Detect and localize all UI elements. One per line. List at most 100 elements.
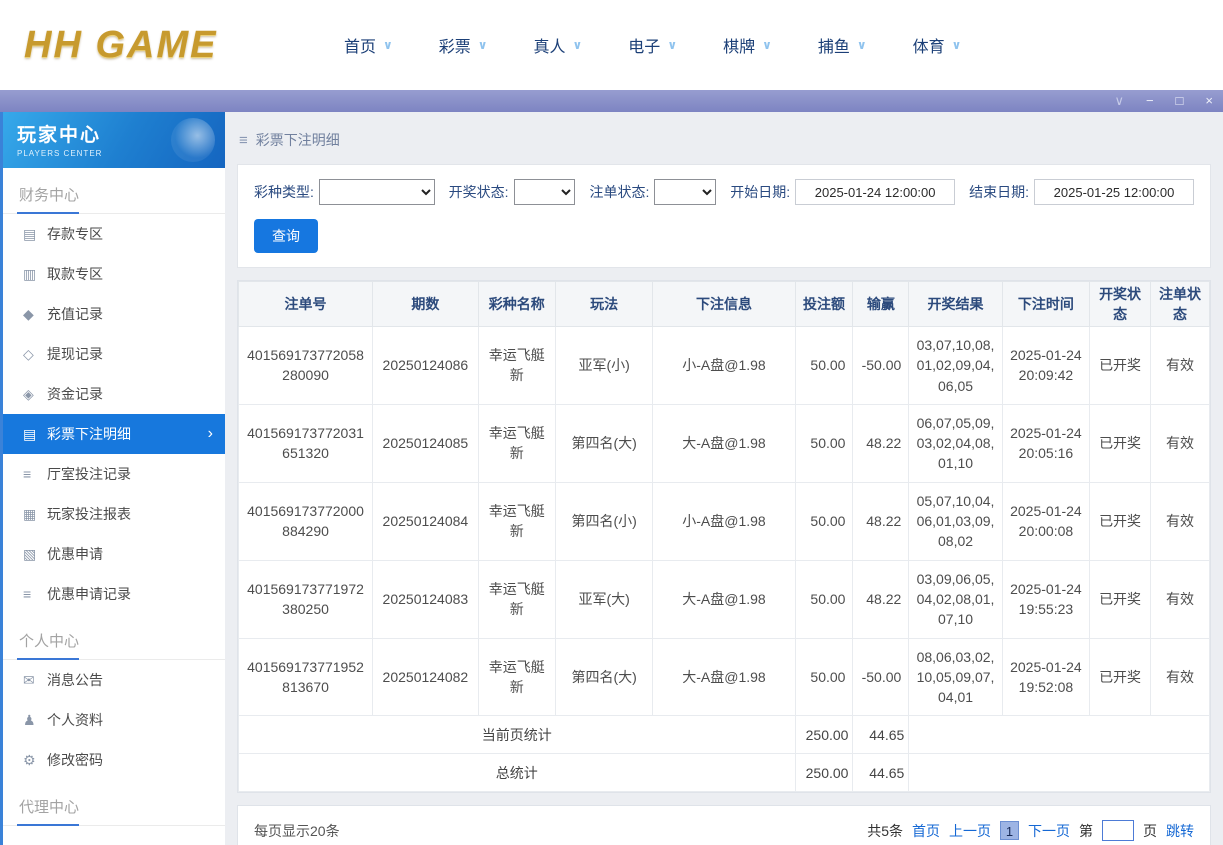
search-button[interactable]: 查询	[254, 219, 318, 253]
cell-period: 20250124083	[372, 559, 479, 639]
end-date-input[interactable]	[1034, 179, 1195, 205]
filter-row: 彩种类型: 开奖状态: 注单状态: 开始日期: 结束日期:	[254, 179, 1195, 205]
sidebar-item-lottery-bet-details[interactable]: ▤ 彩票下注明细 ›	[3, 414, 225, 454]
chevron-down-icon: ∨	[856, 38, 867, 52]
sidebar-item-recharge-record[interactable]: ◆ 充值记录	[3, 294, 225, 334]
cell-play: 亚军(小)	[554, 326, 654, 405]
cell-period: 20250124082	[372, 637, 479, 717]
nav-item-label: 电子	[628, 39, 661, 56]
nav-item-label: 彩票	[438, 39, 471, 56]
close-button[interactable]: ×	[1205, 90, 1213, 112]
cell-result: 08,06,03,02,10,05,09,07,04,01	[908, 637, 1003, 717]
first-page-link[interactable]: 首页	[912, 821, 940, 841]
cell-time: 2025-01-24 19:55:23	[1001, 559, 1091, 639]
wallet-icon: ◇	[23, 345, 34, 362]
cell-lottery: 幸运飞艇新	[477, 637, 556, 717]
sidebar-item-withdraw-zone[interactable]: ▥ 取款专区	[3, 254, 225, 294]
column-header: 期数	[372, 281, 479, 327]
total-count: 共5条	[867, 822, 903, 839]
sidebar-item-messages[interactable]: ✉ 消息公告	[3, 660, 225, 700]
cell-amount: 50.00	[794, 637, 854, 717]
summary-label: 总统计	[238, 753, 796, 793]
cell-lottery: 幸运飞艇新	[477, 559, 556, 639]
column-header: 彩种名称	[477, 281, 556, 327]
sidebar-item-label: 消息公告	[47, 672, 103, 688]
current-page[interactable]: 1	[1000, 821, 1019, 841]
sidebar-item-change-password[interactable]: ⚙ 修改密码	[3, 740, 225, 780]
cell-draw_status: 已开奖	[1089, 481, 1152, 561]
table-row: 401569173771952813670 20250124082 幸运飞艇新 第四名…	[237, 637, 1210, 717]
sidebar-section-title: 个人中心	[3, 614, 225, 660]
sidebar-header: 玩家中心 PLAYERS CENTER	[3, 112, 225, 168]
nav-item[interactable]: 棋牌 ∨	[723, 33, 772, 57]
mail-icon: ✉	[23, 671, 35, 688]
sidebar-section: 代理中心	[3, 780, 225, 826]
page-title: 彩票下注明细	[255, 132, 340, 148]
maximize-button[interactable]: □	[1176, 90, 1184, 112]
cell-bet_info: 小-A盘@1.98	[652, 326, 796, 405]
chevron-down-icon[interactable]: ∨	[1114, 90, 1124, 112]
top-navigation-bar: HH GAME 首页 ∨ 彩票 ∨ 真人 ∨ 电子 ∨ 棋牌 ∨ 捕鱼 ∨ 体育 ∨	[0, 0, 1223, 90]
chevron-down-icon: ∨	[572, 38, 583, 52]
cell-bet_no: 401569173771972380250	[237, 559, 374, 639]
cell-amount: 50.00	[794, 326, 854, 405]
list-icon: ≡	[23, 466, 32, 482]
minimize-button[interactable]: −	[1146, 90, 1154, 112]
column-header: 玩法	[554, 281, 654, 327]
page-jump-input[interactable]	[1102, 820, 1134, 842]
cell-bet_info: 小-A盘@1.98	[652, 481, 796, 561]
table-row: 401569173771972380250 20250124083 幸运飞艇新 亚军(…	[237, 559, 1210, 639]
jump-button[interactable]: 跳转	[1166, 821, 1194, 841]
cell-winloss: 48.22	[852, 481, 910, 561]
sidebar-item-label: 玩家投注报表	[47, 506, 131, 522]
sidebar-item-withdrawal-record[interactable]: ◇ 提现记录	[3, 334, 225, 374]
sidebar-item-label: 优惠申请记录	[47, 586, 131, 602]
column-header: 注单号	[237, 281, 374, 327]
sidebar-item-label: 厅室投注记录	[47, 466, 131, 482]
chevron-down-icon: ∨	[951, 38, 962, 52]
cell-bet_info: 大-A盘@1.98	[652, 403, 796, 483]
table-row: 401569173772031651320 20250124085 幸运飞艇新 第四名…	[237, 403, 1210, 483]
pagination-bar: 每页显示20条 共5条 首页 上一页 1 下一页 第 页 跳转	[237, 805, 1211, 845]
nav-item[interactable]: 彩票 ∨	[439, 33, 488, 57]
nav-item-label: 真人	[533, 39, 566, 56]
sidebar-item-deposit-zone[interactable]: ▤ 存款专区	[3, 214, 225, 254]
cell-draw_status: 已开奖	[1089, 326, 1152, 405]
chevron-down-icon: ∨	[477, 38, 488, 52]
bet-table: 注单号 期数 彩种名称 玩法 下注信息 投注额 输赢 开奖结果 下注时间 开奖状态 注单状态 4015…	[237, 281, 1210, 793]
next-page-link[interactable]: 下一页	[1028, 821, 1070, 841]
start-date-input[interactable]	[795, 179, 956, 205]
lottery-type-select[interactable]	[318, 179, 435, 205]
sidebar-item-profile[interactable]: ♟ 个人资料	[3, 700, 225, 740]
nav-item[interactable]: 捕鱼 ∨	[818, 33, 867, 57]
funds-icon: ◈	[23, 385, 34, 402]
cell-time: 2025-01-24 19:52:08	[1001, 637, 1091, 717]
column-header: 输赢	[852, 281, 910, 327]
moneybag-icon: ◆	[23, 305, 34, 322]
cell-bet_no: 401569173771952813670	[237, 637, 374, 717]
sidebar-item-hall-bet-record[interactable]: ≡ 厅室投注记录	[3, 454, 225, 494]
sidebar-item-promo-apply-record[interactable]: ≡ 优惠申请记录	[3, 574, 225, 614]
bet-status-select[interactable]	[654, 179, 717, 205]
nav-item[interactable]: 首页 ∨	[344, 33, 393, 57]
draw-status-select[interactable]	[513, 179, 576, 205]
column-header: 开奖状态	[1089, 281, 1152, 327]
cell-result: 05,07,10,04,06,01,03,09,08,02	[908, 481, 1003, 561]
nav-item[interactable]: 体育 ∨	[913, 33, 962, 57]
nav-item-label: 首页	[344, 39, 377, 56]
summary-amount: 250.00	[794, 753, 854, 793]
sidebar-item-funds-record[interactable]: ◈ 资金记录	[3, 374, 225, 414]
sidebar-item-player-bet-report[interactable]: ▦ 玩家投注报表	[3, 494, 225, 534]
nav-item[interactable]: 电子 ∨	[628, 33, 677, 57]
column-header: 投注额	[794, 281, 854, 327]
nav-item[interactable]: 真人 ∨	[534, 33, 583, 57]
cell-play: 第四名(小)	[554, 481, 654, 561]
window-controls: ∨ − □ ×	[1114, 90, 1213, 112]
cell-amount: 50.00	[794, 481, 854, 561]
sidebar-item-promo-apply[interactable]: ▧ 优惠申请	[3, 534, 225, 574]
chevron-down-icon: ∨	[762, 38, 772, 52]
records-icon: ≡	[23, 586, 32, 602]
page-size-text: 每页显示20条	[254, 822, 340, 839]
prev-page-link[interactable]: 上一页	[949, 821, 991, 841]
sidebar-section-title: 代理中心	[3, 780, 225, 826]
